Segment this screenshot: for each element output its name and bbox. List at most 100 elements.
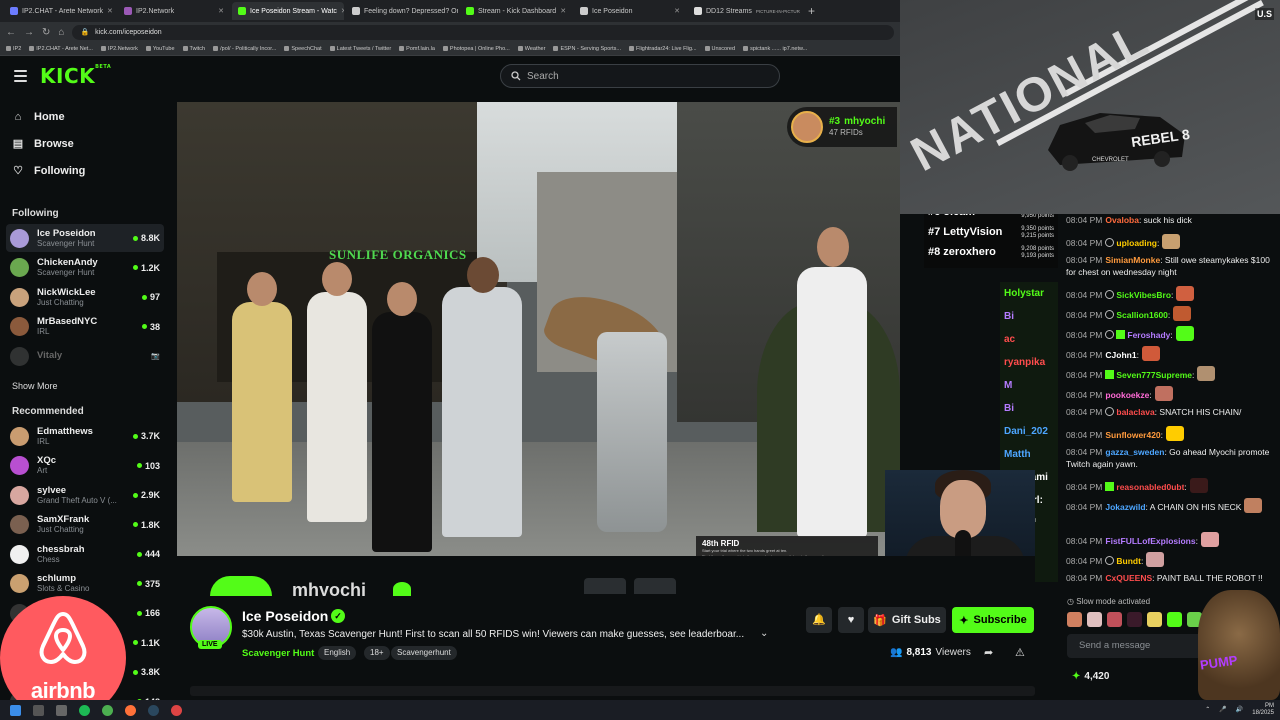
heart-icon[interactable]: ♥: [838, 607, 864, 633]
close-icon[interactable]: ✕: [674, 7, 680, 15]
chat-username[interactable]: Feroshady: [1127, 330, 1170, 340]
back-icon[interactable]: ←: [6, 27, 16, 38]
sidebar-channel[interactable]: chessbrah Chess 444: [6, 540, 164, 568]
volume-icon[interactable]: 🔊: [1236, 706, 1243, 713]
forward-icon[interactable]: →: [24, 27, 34, 38]
chat-username[interactable]: FistFULLofExplosions: [1105, 536, 1195, 546]
chat-username[interactable]: Scallion1600: [1116, 310, 1168, 320]
windows-start-icon[interactable]: [10, 704, 21, 716]
sidebar-channel[interactable]: NickWickLee Just Chatting 97: [6, 283, 164, 311]
chat-username[interactable]: Ovaloba: [1105, 215, 1139, 225]
new-tab-icon[interactable]: +: [802, 4, 821, 18]
browser-tab[interactable]: DD12 StreamsPICTURE-IN-PICTURE✕: [688, 2, 800, 20]
streamer-name[interactable]: Ice Poseidon: [242, 608, 328, 624]
stream-category[interactable]: Scavenger Hunt: [242, 648, 314, 659]
close-icon[interactable]: ✕: [560, 7, 566, 15]
sidebar-channel[interactable]: SamXFrank Just Chatting 1.8K: [6, 511, 164, 539]
bookmark-item[interactable]: /pol/ - Politically Incor...: [213, 46, 276, 52]
show-more-link[interactable]: Show More: [12, 381, 58, 391]
emote-button[interactable]: [1087, 612, 1102, 627]
browser-tab[interactable]: Feeling down? Depressed? Or r✕: [346, 2, 458, 20]
search-icon[interactable]: [33, 704, 44, 716]
reload-icon[interactable]: ↻: [42, 27, 50, 38]
close-icon[interactable]: ✕: [218, 7, 224, 15]
search-input[interactable]: Search: [500, 64, 780, 88]
bookmark-item[interactable]: Latest Tweets / Twitter: [329, 46, 391, 52]
menu-icon[interactable]: [14, 70, 27, 82]
emote-button[interactable]: [1107, 612, 1122, 627]
chat-username[interactable]: SimianMonke: [1105, 255, 1160, 265]
gift-subs-button[interactable]: 🎁 Gift Subs: [868, 607, 946, 633]
emote-button[interactable]: [1127, 612, 1142, 627]
bookmark-item[interactable]: YouTube: [145, 46, 175, 52]
tag-topic[interactable]: Scavengerhunt: [391, 646, 457, 660]
chat-username[interactable]: Sunflower420: [1105, 430, 1160, 440]
steam-icon[interactable]: [148, 704, 159, 716]
chat-username[interactable]: balaclava: [1116, 407, 1154, 417]
sidebar-channel[interactable]: schlump Slots & Casino 375: [6, 570, 164, 598]
chat-username[interactable]: Jokazwild: [1105, 502, 1145, 512]
bookmark-item[interactable]: IP2: [6, 46, 21, 52]
chat-username[interactable]: CJohn1: [1105, 350, 1136, 360]
browser-tab[interactable]: Ice Poseidon ✕: [574, 2, 686, 20]
chevron-up-icon[interactable]: ⌃: [1205, 706, 1210, 713]
chat-username[interactable]: gazza_sweden: [1105, 447, 1164, 457]
nav-following[interactable]: ♡ Following: [12, 164, 85, 178]
chat-username[interactable]: CxQUEENS: [1105, 573, 1152, 583]
picture-in-picture-window[interactable]: NATIONAL REBEL 8 CHEVROLET: [900, 0, 1280, 214]
clock[interactable]: PM 18/2025: [1252, 703, 1274, 716]
chat-username[interactable]: Bundt: [1116, 556, 1141, 566]
sidebar-channel[interactable]: ChickenAndy Scavenger Hunt 1.2K: [6, 254, 164, 282]
bookmark-item[interactable]: Twitch: [182, 46, 205, 52]
sidebar-channel[interactable]: Vitaly 📷: [6, 342, 164, 370]
url-field[interactable]: 🔒 kick.com/iceposeidon: [72, 24, 894, 40]
bookmark-item[interactable]: Photopea | Online Pho...: [442, 46, 510, 52]
chat-username[interactable]: SickVibesBro: [1116, 290, 1171, 300]
browser-tab[interactable]: Stream - Kick Dashboard ✕: [460, 2, 572, 20]
browser-tab[interactable]: Ice Poseidon Stream - Watc ✕: [232, 2, 344, 20]
bell-icon[interactable]: 🔔: [806, 607, 832, 633]
spotify-icon[interactable]: [79, 704, 90, 716]
chat-username[interactable]: Seven777Supreme: [1116, 370, 1192, 380]
chat-username[interactable]: reasonabled0ubt: [1116, 482, 1184, 492]
bookmark-item[interactable]: ESPN - Serving Sports...: [553, 46, 621, 52]
share-icon[interactable]: ➦: [984, 646, 993, 659]
report-icon[interactable]: ⚠: [1015, 646, 1025, 659]
task-view-icon[interactable]: [56, 704, 67, 716]
firefox-icon[interactable]: [125, 704, 136, 716]
browser-tab[interactable]: IP2.Network ✕: [118, 2, 230, 20]
bookmark-item[interactable]: Unscored: [704, 46, 735, 52]
chat-username[interactable]: pookoekze: [1105, 390, 1149, 400]
sidebar-channel[interactable]: Edmatthews IRL 3.7K: [6, 422, 164, 450]
bookmark-item[interactable]: spictank ...... ip7.netw...: [743, 46, 807, 52]
browser-tab[interactable]: IP2.CHAT - Arete Network ✕: [4, 2, 116, 20]
chat-username[interactable]: uploading: [1116, 238, 1157, 248]
mic-icon[interactable]: 🎤: [1219, 706, 1226, 713]
close-icon[interactable]: ✕: [341, 7, 344, 15]
bookmark-item[interactable]: IP2.CHAT - Arete Net...: [29, 46, 93, 52]
sidebar-channel[interactable]: Ice Poseidon Scavenger Hunt 8.8K: [6, 224, 164, 252]
bookmark-item[interactable]: Weather: [517, 46, 545, 52]
bookmark-item[interactable]: IP2.Network: [100, 46, 138, 52]
chat-message-input[interactable]: Send a message: [1067, 634, 1217, 658]
nav-home[interactable]: ⌂ Home: [12, 111, 65, 123]
tag-language[interactable]: English: [318, 646, 357, 660]
sidebar-channel[interactable]: MrBasedNYC IRL 38: [6, 313, 164, 341]
chrome-icon[interactable]: [102, 704, 113, 716]
kick-logo[interactable]: KICKBETA: [40, 64, 111, 88]
bookmark-item[interactable]: Flightradar24: Live Flig...: [628, 46, 697, 52]
app-icon[interactable]: [171, 704, 182, 716]
bookmark-item[interactable]: SpeechChat: [284, 46, 322, 52]
emote-button[interactable]: [1167, 612, 1182, 627]
emote-button[interactable]: [1147, 612, 1162, 627]
video-player[interactable]: SUNLIFE ORGANICS #3 mhyochi 47 RFIDs: [177, 102, 900, 556]
sidebar-channel[interactable]: XQc Art 103: [6, 452, 164, 480]
chevron-down-icon[interactable]: ⌄: [760, 628, 768, 639]
channel-points[interactable]: ✦ 4,420: [1072, 671, 1109, 682]
tag-age[interactable]: 18+: [364, 646, 390, 660]
subscribe-button[interactable]: ✦ Subscribe: [952, 607, 1034, 633]
nav-browse[interactable]: ▤ Browse: [12, 137, 74, 151]
sidebar-channel[interactable]: sylvee Grand Theft Auto V (... 2.9K: [6, 481, 164, 509]
home-page-icon[interactable]: ⌂: [58, 27, 64, 38]
bookmark-item[interactable]: Pomf.lain.la: [399, 46, 435, 52]
